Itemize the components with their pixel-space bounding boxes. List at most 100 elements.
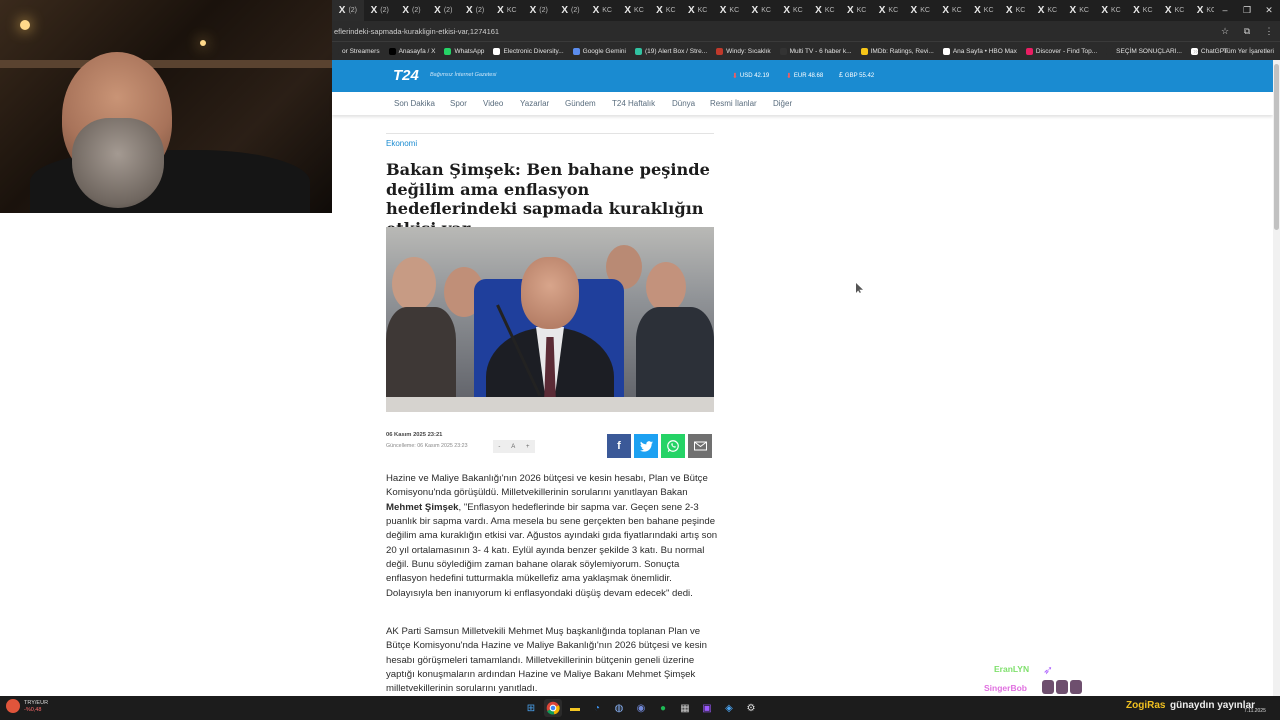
chat-username-1: EranLYN bbox=[994, 664, 1030, 674]
bookmark-star-icon[interactable]: ☆ bbox=[1214, 26, 1236, 37]
facebook-share-button[interactable]: f bbox=[607, 434, 631, 458]
all-bookmarks-button[interactable]: Tüm Yer İşaretleri bbox=[1223, 42, 1274, 60]
tab-label: KC bbox=[602, 7, 612, 14]
browser-tab[interactable]: X KC bbox=[586, 0, 618, 21]
bookmark-label: Google Gemini bbox=[582, 47, 626, 55]
spotify-icon[interactable]: ● bbox=[654, 699, 672, 717]
bookmark-favicon-icon bbox=[860, 47, 868, 55]
x-logo-icon: X bbox=[1101, 5, 1108, 16]
site-logo[interactable]: T24 bbox=[393, 67, 419, 84]
browser-tab[interactable]: X KC bbox=[491, 0, 523, 21]
whatsapp-share-button[interactable] bbox=[661, 434, 685, 458]
x-logo-icon: X bbox=[1069, 5, 1077, 16]
article-category[interactable]: Ekonomi bbox=[386, 139, 417, 148]
folder-icon[interactable]: ▬ bbox=[566, 699, 584, 717]
bookmark-favicon-icon bbox=[779, 47, 787, 55]
obs-icon[interactable]: ▣ bbox=[698, 699, 716, 717]
minimize-icon[interactable]: – bbox=[1214, 0, 1236, 21]
tab-label: KC bbox=[665, 7, 676, 14]
currency-icon bbox=[6, 699, 20, 713]
browser-tab[interactable]: X (2) bbox=[459, 0, 491, 21]
calculator-icon[interactable]: ▦ bbox=[676, 699, 694, 717]
browser-tab[interactable]: X KC bbox=[1063, 0, 1095, 21]
chat-emotes bbox=[1042, 680, 1082, 696]
bookmarks-overflow-icon[interactable]: » bbox=[1193, 42, 1198, 60]
nav-t24-haftalik[interactable]: T24 Haftalık bbox=[612, 99, 655, 108]
menu-icon[interactable]: ⋮ bbox=[1258, 26, 1280, 37]
font-reset-button[interactable]: A bbox=[511, 444, 515, 450]
bookmark-item[interactable]: (19) Alert Box / Stre... bbox=[635, 47, 707, 55]
bookmark-item[interactable]: Multi TV - 6 haber k... bbox=[779, 47, 852, 55]
font-decrease-button[interactable]: - bbox=[498, 444, 500, 450]
browser-tab[interactable]: X KC bbox=[1159, 0, 1191, 21]
bookmark-item[interactable]: IMDb: Ratings, Revi... bbox=[860, 47, 934, 55]
browser-tab[interactable]: X KC bbox=[714, 0, 746, 21]
browser-tab[interactable]: X KC bbox=[1095, 0, 1127, 21]
bookmark-item[interactable]: Discover - Find Top... bbox=[1025, 47, 1097, 55]
tab-label: (2) bbox=[348, 7, 358, 14]
tab-label: KC bbox=[1047, 7, 1058, 14]
scrollbar-thumb[interactable] bbox=[1274, 64, 1279, 230]
url-field[interactable]: eflerindeki-sapmada-kurakligin-etkisi-va… bbox=[334, 27, 1214, 36]
bookmark-item[interactable]: Ana Sayfa • HBO Max bbox=[942, 47, 1017, 55]
browser-tab[interactable]: X KC bbox=[809, 0, 841, 21]
browser-tab[interactable]: X (2) bbox=[364, 0, 396, 21]
nav-resmi-ilanlar[interactable]: Resmi İlanlar bbox=[710, 99, 757, 108]
chat-username-2: SingerBob bbox=[984, 683, 1027, 693]
nav-son-dakika[interactable]: Son Dakika bbox=[394, 99, 435, 108]
email-share-button[interactable] bbox=[688, 434, 712, 458]
browser-tab[interactable]: X KC bbox=[904, 0, 936, 21]
article-photo bbox=[386, 227, 714, 412]
nav-diger[interactable]: Diğer bbox=[773, 99, 792, 108]
twitter-share-button[interactable] bbox=[634, 434, 658, 458]
app-icon[interactable]: ◈ bbox=[720, 699, 738, 717]
chrome-icon[interactable] bbox=[544, 699, 562, 717]
steam-icon[interactable]: ◍ bbox=[610, 699, 628, 717]
browser-tab[interactable]: X (2) bbox=[332, 0, 364, 21]
browser-tab[interactable]: X KC bbox=[841, 0, 873, 21]
bookmark-label: SEÇİM SONUÇLARI... bbox=[1116, 47, 1182, 55]
browser-tab[interactable]: X KC bbox=[777, 0, 809, 21]
bookmark-item[interactable]: WhatsApp bbox=[444, 47, 484, 55]
restore-icon[interactable]: ❐ bbox=[1236, 0, 1258, 21]
browser-tab[interactable]: X KC bbox=[873, 0, 905, 21]
browser-tab[interactable]: X (2) bbox=[396, 0, 428, 21]
x-logo-icon: X bbox=[624, 5, 632, 16]
tab-label: KC bbox=[952, 7, 962, 14]
browser-tab[interactable]: X KC bbox=[1127, 0, 1159, 21]
browser-tab[interactable]: X KC bbox=[936, 0, 968, 21]
ticker-widget[interactable]: TRY/EUR -%0,48 bbox=[6, 699, 48, 713]
settings-gear-icon[interactable]: ⚙ bbox=[742, 699, 760, 717]
edge-icon[interactable]: ◔ bbox=[588, 699, 606, 717]
bookmark-item[interactable]: or Streamers bbox=[332, 47, 380, 55]
x-logo-icon: X bbox=[370, 5, 378, 16]
font-increase-button[interactable]: + bbox=[526, 444, 530, 450]
browser-tab[interactable]: X KC bbox=[968, 0, 1000, 21]
bookmark-item[interactable]: Anasayfa / X bbox=[388, 47, 435, 55]
browser-tab[interactable]: X KC bbox=[618, 0, 650, 21]
browser-tab[interactable]: X KC bbox=[682, 0, 714, 21]
tab-label: KC bbox=[888, 7, 899, 14]
bookmark-item[interactable]: Electronic Diversity... bbox=[493, 47, 564, 55]
nav-dunya[interactable]: Dünya bbox=[672, 99, 695, 108]
font-size-control: - A + bbox=[493, 440, 535, 453]
browser-tab[interactable]: X KC bbox=[745, 0, 777, 21]
stream-chat-message: günaydın yayınlar bbox=[1170, 700, 1256, 711]
nav-gundem[interactable]: Gündem bbox=[565, 99, 596, 108]
bookmark-item[interactable]: SEÇİM SONUÇLARI... bbox=[1106, 47, 1182, 55]
browser-tab[interactable]: X (2) bbox=[523, 0, 555, 21]
close-icon[interactable]: ✕ bbox=[1258, 0, 1280, 21]
discord-icon[interactable]: ◉ bbox=[632, 699, 650, 717]
browser-tab[interactable]: X (2) bbox=[427, 0, 459, 21]
browser-tab[interactable]: X KC bbox=[650, 0, 682, 21]
bookmark-item[interactable]: Windy: Sıcaklık bbox=[716, 47, 771, 55]
bookmark-item[interactable]: Google Gemini bbox=[572, 47, 626, 55]
nav-yazarlar[interactable]: Yazarlar bbox=[520, 99, 549, 108]
extensions-icon[interactable]: ⧉ bbox=[1236, 26, 1258, 37]
browser-tab[interactable]: X KC bbox=[1032, 0, 1064, 21]
browser-tab[interactable]: X (2) bbox=[555, 0, 587, 21]
nav-video[interactable]: Video bbox=[483, 99, 503, 108]
nav-spor[interactable]: Spor bbox=[450, 99, 467, 108]
browser-tab[interactable]: X KC bbox=[1000, 0, 1032, 21]
windows-start-icon[interactable]: ⊞ bbox=[522, 699, 540, 717]
